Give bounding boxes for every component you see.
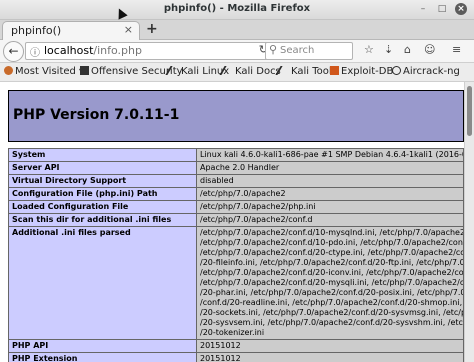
bookmark-aircrack-ng[interactable]: Aircrack-ng bbox=[392, 66, 460, 77]
downloads-icon[interactable]: ⇣ bbox=[384, 43, 393, 56]
row-key: PHP Extension bbox=[8, 352, 197, 362]
exploitdb-icon bbox=[330, 66, 339, 75]
row-value: 20151012 bbox=[196, 339, 464, 353]
aircrack-icon bbox=[392, 66, 401, 75]
row-key: PHP API bbox=[8, 339, 197, 353]
row-value: 20151012 bbox=[196, 352, 464, 362]
row-key: Virtual Directory Support bbox=[8, 174, 197, 188]
tab-phpinfo[interactable]: phpinfo() × bbox=[2, 21, 140, 40]
row-value: disabled bbox=[196, 174, 464, 188]
row-key: Server API bbox=[8, 161, 197, 175]
row-value: Apache 2.0 Handler bbox=[196, 161, 464, 175]
close-tab-icon[interactable]: × bbox=[124, 23, 133, 36]
url-text[interactable]: localhost/info.php bbox=[44, 44, 142, 57]
table-row: System Linux kali 4.6.0-kali1-686-pae #1 … bbox=[8, 148, 464, 162]
row-value: /etc/php/7.0/apache2/conf.d/10-mysqlnd.i… bbox=[196, 226, 464, 340]
bookmark-label: Most Visited ▾ bbox=[15, 66, 85, 77]
row-key: Configuration File (php.ini) Path bbox=[8, 187, 197, 201]
row-key: Loaded Configuration File bbox=[8, 200, 197, 214]
page-title: PHP Version 7.0.11-1 bbox=[13, 107, 180, 123]
page-content: PHP Version 7.0.11-1 System Linux kali 4.… bbox=[0, 82, 474, 362]
table-row: Configuration File (php.ini) Path/etc/ph… bbox=[8, 187, 464, 201]
offsec-icon bbox=[80, 66, 89, 75]
bookmark-star-icon[interactable]: ☆ bbox=[364, 43, 374, 56]
row-key: System bbox=[8, 148, 197, 162]
row-value: /etc/php/7.0/apache2/php.ini bbox=[196, 200, 464, 214]
table-row: PHP Extension 20151012 bbox=[8, 352, 464, 362]
back-button[interactable]: ← bbox=[3, 41, 24, 62]
home-icon[interactable]: ⌂ bbox=[404, 43, 411, 56]
navigation-bar: ← ⓘ localhost/info.php ↻ ⚲ ☆ ⇣ ⌂ ☺ ≡ bbox=[0, 40, 474, 63]
search-box[interactable]: ⚲ bbox=[265, 42, 353, 60]
php-info-table: System Linux kali 4.6.0-kali1-686-pae #1 … bbox=[8, 148, 464, 362]
row-value: /etc/php/7.0/apache2 bbox=[196, 187, 464, 201]
table-row: Scan this dir for additional .ini files /… bbox=[8, 213, 464, 227]
kali-icon bbox=[219, 66, 236, 75]
kali-icon bbox=[275, 66, 292, 75]
bookmark-kali-tools[interactable]: Kali Tools bbox=[275, 66, 337, 77]
bookmark-exploit-db[interactable]: Exploit-DB bbox=[330, 66, 393, 77]
table-row: Additional .ini files parsed/etc/php/7.0… bbox=[8, 226, 464, 340]
tab-label: phpinfo() bbox=[11, 24, 62, 37]
table-row: PHP API 20151012 bbox=[8, 339, 464, 353]
bookmark-label: Exploit-DB bbox=[341, 66, 394, 77]
row-key: Scan this dir for additional .ini files bbox=[8, 213, 197, 227]
row-value: Linux kali 4.6.0-kali1-686-pae #1 SMP De… bbox=[196, 148, 464, 162]
search-input[interactable] bbox=[280, 44, 348, 57]
table-row: Virtual Directory Support disabled bbox=[8, 174, 464, 188]
window-title: phpinfo() - Mozilla Firefox bbox=[163, 3, 311, 14]
bookmark-kali-docs[interactable]: Kali Docs bbox=[219, 66, 281, 77]
vertical-scrollbar[interactable] bbox=[464, 82, 474, 362]
table-row: Loaded Configuration File/etc/php/7.0/ap… bbox=[8, 200, 464, 214]
menu-icon[interactable]: ≡ bbox=[452, 43, 461, 56]
account-icon[interactable]: ☺ bbox=[424, 43, 435, 56]
minimize-button[interactable]: – bbox=[417, 3, 429, 15]
search-icon: ⚲ bbox=[269, 43, 278, 56]
url-bar[interactable]: ⓘ localhost/info.php ↻ bbox=[25, 42, 273, 60]
row-value: /etc/php/7.0/apache2/conf.d bbox=[196, 213, 464, 227]
gear-icon bbox=[4, 66, 13, 75]
tab-strip: phpinfo() × + bbox=[0, 20, 474, 40]
url-host: localhost bbox=[44, 44, 94, 57]
bookmark-label: Kali Docs bbox=[235, 66, 281, 77]
kali-icon bbox=[165, 66, 182, 75]
maximize-button[interactable]: □ bbox=[436, 3, 448, 15]
close-window-button[interactable]: × bbox=[455, 3, 467, 15]
site-info-icon[interactable]: ⓘ bbox=[30, 44, 40, 59]
url-path: /info.php bbox=[93, 44, 142, 57]
new-tab-button[interactable]: + bbox=[146, 21, 158, 37]
row-key: Additional .ini files parsed bbox=[8, 226, 197, 340]
scrollbar-thumb[interactable] bbox=[467, 86, 472, 136]
bookmark-label: Aircrack-ng bbox=[403, 66, 460, 77]
bookmark-most-visited[interactable]: Most Visited ▾ bbox=[4, 66, 84, 77]
bookmarks-toolbar: Most Visited ▾ Offensive Security Kali L… bbox=[0, 63, 474, 82]
php-version-header: PHP Version 7.0.11-1 bbox=[8, 90, 464, 142]
table-row: Server API Apache 2.0 Handler bbox=[8, 161, 464, 175]
window-titlebar[interactable]: phpinfo() - Mozilla Firefox – □ × bbox=[0, 0, 474, 20]
